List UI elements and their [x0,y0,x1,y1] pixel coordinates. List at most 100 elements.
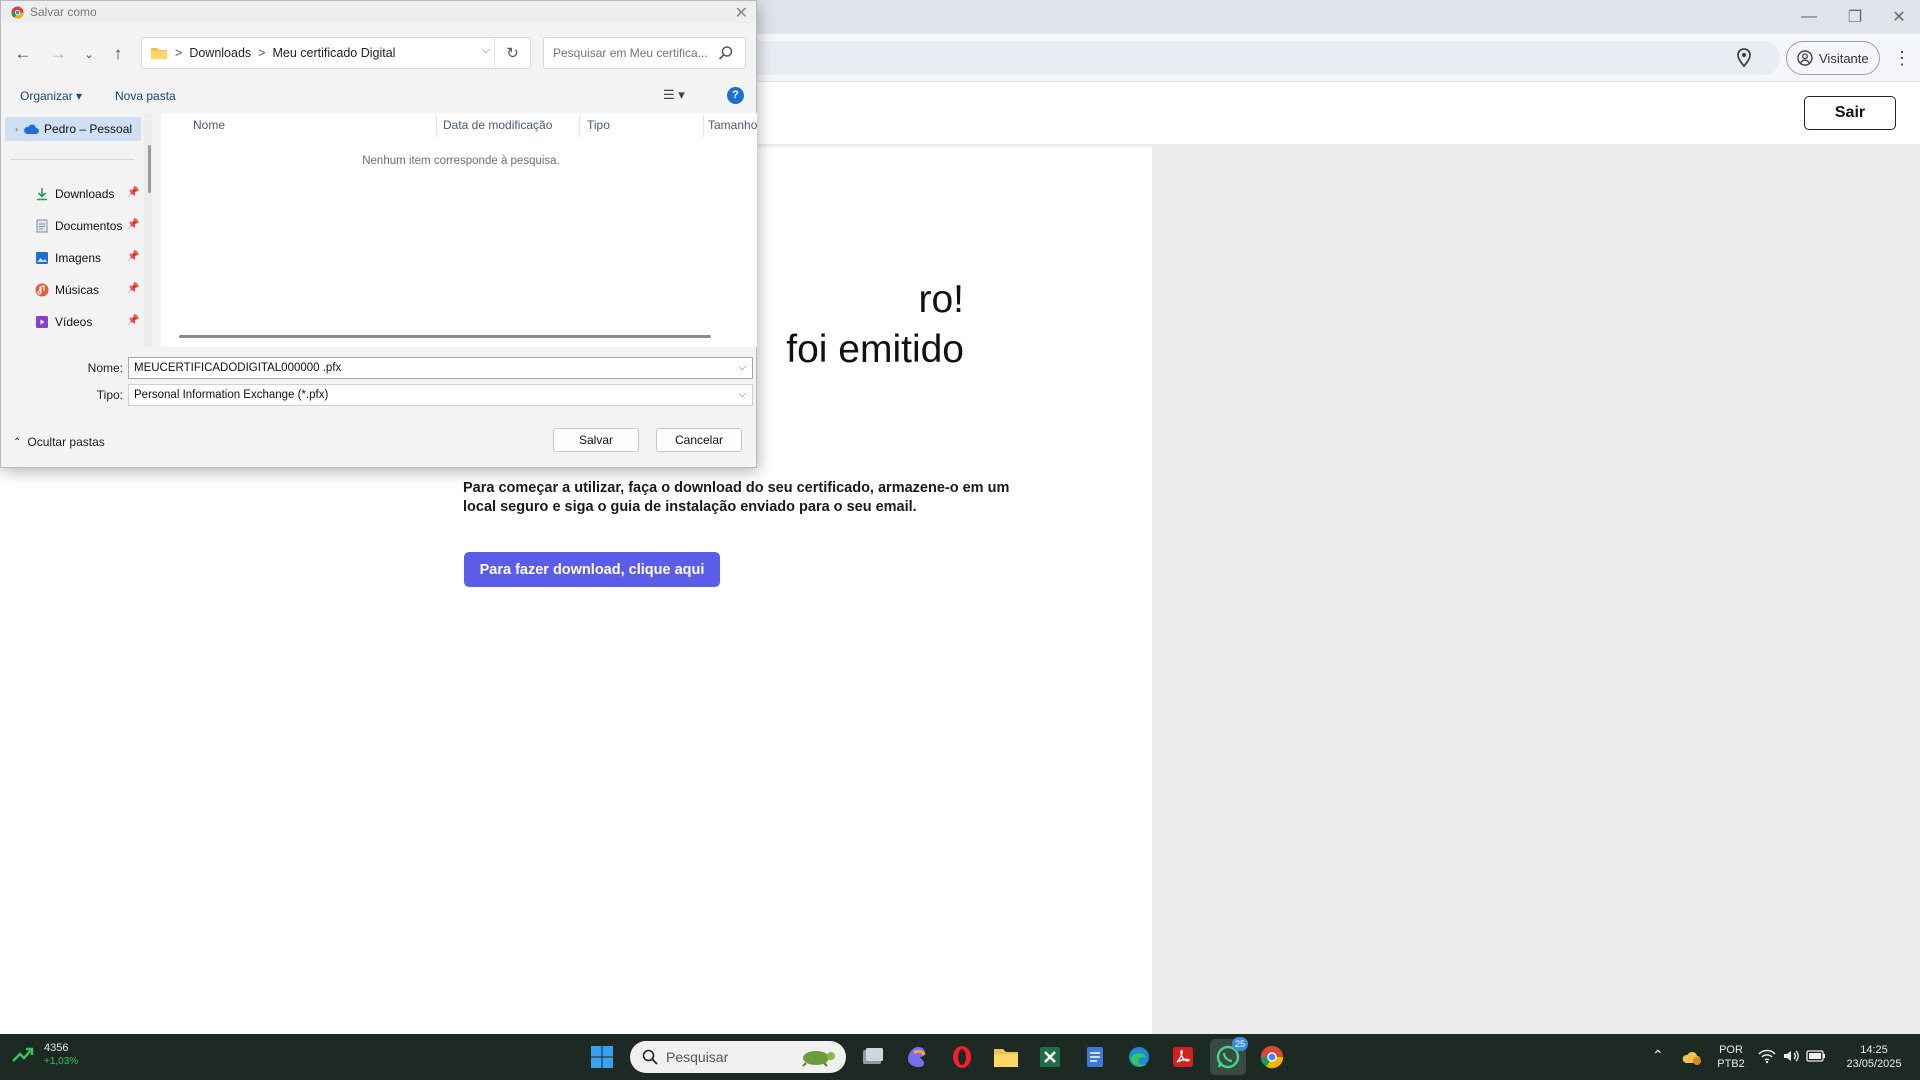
battery-icon[interactable] [1806,1049,1826,1063]
address-path-bar[interactable]: > Downloads > Meu certificado Digital ⌵ … [141,37,531,69]
sidebar-item-pictures[interactable]: Imagens 📌 [35,247,145,269]
document-icon [36,219,48,233]
column-divider[interactable] [436,115,437,137]
sidebar-item-videos[interactable]: Vídeos 📌 [35,311,145,333]
cloud-icon [24,124,39,134]
sidebar-item-label: Vídeos [55,315,93,329]
horizontal-scrollbar[interactable] [179,335,711,338]
column-header-type[interactable]: Tipo [587,118,610,132]
browser-menu-icon[interactable]: ⋮ [1890,46,1914,70]
hide-folders-label: Ocultar pastas [27,435,105,449]
file-name-value: MEUCERTIFICADODIGITAL000000 .pfx [134,362,342,374]
command-bar: Organizar ▾ Nova pasta ☰ ▾ ? [1,85,756,107]
dialog-close-icon[interactable]: ✕ [735,3,748,23]
recent-locations-icon[interactable]: ⌄ [76,41,102,67]
opera-icon[interactable] [947,1042,977,1072]
acrobat-icon[interactable] [1168,1042,1198,1072]
refresh-icon[interactable]: ↻ [494,38,530,68]
column-divider[interactable] [579,115,580,137]
videos-icon [36,316,48,328]
file-name-field[interactable]: MEUCERTIFICADODIGITAL000000 .pfx ⌵ [128,357,753,379]
file-type-label: Tipo: [96,388,123,402]
file-explorer-icon[interactable] [991,1042,1021,1072]
logout-button[interactable]: Sair [1804,96,1896,130]
sidebar-scrollbar-thumb[interactable] [148,145,151,193]
onedrive-sync-icon[interactable] [1682,1048,1702,1066]
visitor-label: Visitante [1819,50,1869,66]
empty-results-message: Nenhum item corresponde à pesquisa. [362,155,560,167]
pin-icon[interactable]: 📌 [127,219,139,230]
pin-icon[interactable]: 📌 [127,251,139,262]
search-icon [642,1049,658,1065]
task-view-icon[interactable] [858,1042,888,1072]
pin-icon[interactable]: 📌 [127,187,139,198]
volume-icon[interactable] [1782,1048,1800,1064]
navigation-pane: › Pedro – Pessoal Downloads 📌 Documentos… [1,113,152,347]
windows-start-icon[interactable] [590,1045,614,1069]
taskbar-search-box[interactable]: Pesquisar [630,1041,846,1073]
up-folder-icon[interactable]: ↑ [105,41,131,67]
taskbar: 4356 +1,03% Pesquisar 25 ⌃ POR PTB2 14:2… [0,1034,1920,1080]
language-indicator[interactable]: POR PTB2 [1712,1043,1750,1071]
sidebar-item-downloads[interactable]: Downloads 📌 [35,183,145,205]
hide-folders-toggle[interactable]: ⌃ Ocultar pastas [13,435,105,449]
sidebar-item-onedrive[interactable]: › Pedro – Pessoal [5,117,141,141]
clock[interactable]: 14:25 23/05/2025 [1834,1043,1914,1071]
edge-icon[interactable] [1124,1042,1154,1072]
folder-search-input[interactable] [543,37,746,69]
tray-overflow-chevron-icon[interactable]: ⌃ [1652,1047,1664,1064]
file-type-select[interactable]: Personal Information Exchange (*.pfx) ⌵ [128,384,753,406]
new-folder-button[interactable]: Nova pasta [115,89,176,103]
chrome-icon[interactable] [1257,1042,1287,1072]
search-highlight-turtle-icon [802,1051,835,1067]
forward-arrow-icon[interactable]: → [45,41,71,67]
file-list: Nome Data de modificação Tipo Tamanho Ne… [161,113,757,347]
dialog-titlebar: Salvar como ✕ [1,1,756,23]
sidebar-item-label: Pedro – Pessoal [44,122,133,136]
download-certificate-button[interactable]: Para fazer download, clique aqui [464,552,720,587]
path-dropdown-icon[interactable]: ⌵ [482,44,490,57]
sidebar-item-label: Imagens [55,251,102,265]
close-window-button[interactable]: ✕ [1878,4,1920,30]
file-name-dropdown-icon[interactable]: ⌵ [738,358,746,378]
keyboard-layout: PTB2 [1717,1058,1745,1070]
help-icon[interactable]: ? [727,87,744,104]
view-options-icon[interactable]: ☰ ▾ [663,87,685,103]
restore-button[interactable]: ❐ [1832,4,1878,30]
excel-icon[interactable] [1035,1042,1065,1072]
chrome-icon [11,5,24,19]
profile-icon [1797,50,1813,66]
column-header-name[interactable]: Nome [193,118,225,132]
copilot-icon[interactable] [903,1042,933,1072]
sidebar-item-label: Músicas [55,283,100,297]
organize-menu[interactable]: Organizar ▾ [20,89,82,103]
cancel-button[interactable]: Cancelar [656,428,742,452]
sidebar-item-documents[interactable]: Documentos 📌 [35,215,145,237]
search-icon [718,46,733,60]
column-header-modified[interactable]: Data de modificação [443,118,552,132]
wifi-icon[interactable] [1758,1048,1776,1064]
stock-trend-icon [12,1047,34,1062]
sidebar-item-label: Downloads [55,187,115,201]
expand-chevron-icon[interactable]: › [15,124,18,134]
save-button[interactable]: Salvar [553,428,639,452]
address-bar[interactable] [740,41,1780,75]
clock-date: 23/05/2025 [1846,1058,1902,1070]
stock-widget[interactable]: 4356 +1,03% [12,1042,78,1068]
whatsapp-icon[interactable]: 25 [1210,1037,1248,1075]
back-arrow-icon[interactable]: ← [10,41,36,67]
column-header-size[interactable]: Tamanho [708,118,757,132]
sidebar-item-music[interactable]: Músicas 📌 [35,279,145,301]
breadcrumb-current-folder[interactable]: Meu certificado Digital [272,46,395,60]
pin-icon[interactable]: 📌 [127,283,139,294]
breadcrumb-downloads[interactable]: Downloads [189,46,251,60]
column-divider[interactable] [703,115,704,137]
visitor-profile-button[interactable]: Visitante [1786,41,1880,75]
notepad-icon[interactable] [1080,1042,1110,1072]
file-type-dropdown-icon[interactable]: ⌵ [738,385,746,405]
pin-icon[interactable]: 📌 [127,315,139,326]
minimize-button[interactable]: — [1786,4,1832,30]
location-icon[interactable] [1732,46,1756,70]
whatsapp-badge: 25 [1232,1037,1248,1051]
sidebar-item-label: Documentos [55,219,123,233]
